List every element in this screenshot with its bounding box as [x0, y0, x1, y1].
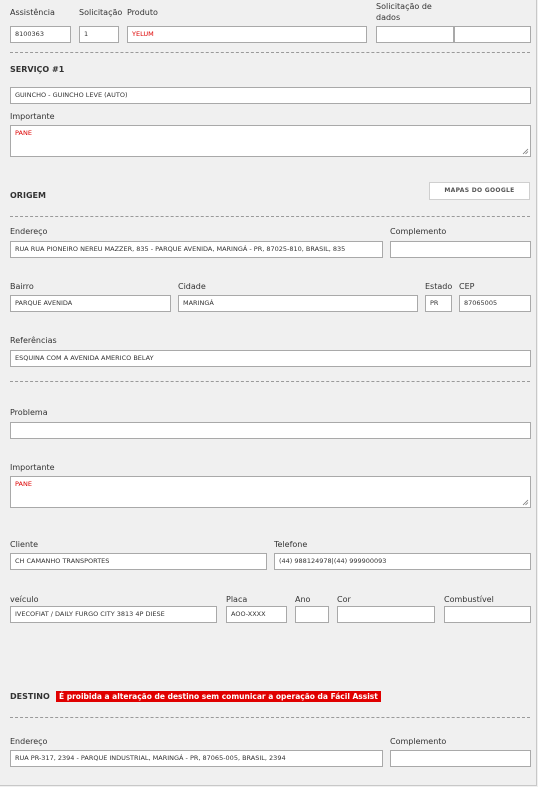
- cor-label: Cor: [337, 595, 351, 604]
- solicitacao-label: Solicitação: [79, 8, 123, 17]
- cidade-label: Cidade: [178, 282, 206, 291]
- ano-field[interactable]: [295, 606, 329, 623]
- problema-importante-textarea[interactable]: PANE: [10, 476, 531, 508]
- ano-label: Ano: [295, 595, 311, 604]
- destino-complemento-label: Complemento: [390, 737, 447, 746]
- divider: [10, 216, 530, 217]
- solicitacao-dados-field-2[interactable]: [454, 26, 531, 43]
- cor-field[interactable]: [337, 606, 435, 623]
- solicitacao-field[interactable]: 1: [79, 26, 119, 43]
- solicitacao-dados-label-2: dados: [376, 13, 401, 22]
- placa-label: Placa: [226, 595, 248, 604]
- destino-warning-badge: É proibida a alteração de destino sem co…: [56, 691, 381, 702]
- veiculo-field[interactable]: IVECOFIAT / DAILY FURGO CITY 3813 4P DIE…: [10, 606, 217, 623]
- cidade-field[interactable]: MARINGÁ: [178, 295, 418, 312]
- problema-importante-text: PANE: [15, 480, 32, 488]
- servico-title: SERVIÇO #1: [10, 65, 65, 74]
- problema-importante-label: Importante: [10, 463, 55, 472]
- combustivel-field[interactable]: [444, 606, 531, 623]
- servico-importante-label: Importante: [10, 112, 55, 121]
- referencias-field[interactable]: ESQUINA COM A AVENIDA AMERICO BELAY: [10, 350, 531, 367]
- solicitacao-dados-field-1[interactable]: [376, 26, 454, 43]
- google-maps-button[interactable]: MAPAS DO GOOGLE: [429, 182, 530, 200]
- placa-field[interactable]: AOO-XXXX: [226, 606, 287, 623]
- estado-label: Estado: [425, 282, 453, 291]
- estado-field[interactable]: PR: [425, 295, 452, 312]
- assistencia-label: Assistência: [10, 8, 55, 17]
- produto-label: Produto: [127, 8, 158, 17]
- problema-field[interactable]: [10, 422, 531, 439]
- origem-complemento-field[interactable]: [390, 241, 531, 258]
- cliente-label: Cliente: [10, 540, 39, 549]
- origem-endereco-label: Endereço: [10, 227, 48, 236]
- servico-importante-text: PANE: [15, 129, 32, 137]
- destino-endereco-label: Endereço: [10, 737, 48, 746]
- destino-endereco-field[interactable]: RUA PR-317, 2394 - PARQUE INDUSTRIAL, MA…: [10, 750, 383, 767]
- origem-title: ORIGEM: [10, 191, 46, 200]
- cliente-field[interactable]: CH CAMANHO TRANSPORTES: [10, 553, 267, 570]
- produto-field[interactable]: YELUM: [127, 26, 367, 43]
- bairro-field[interactable]: PARQUE AVENIDA: [10, 295, 171, 312]
- cep-label: CEP: [459, 282, 475, 291]
- origem-endereco-field[interactable]: RUA RUA PIONEIRO NEREU MAZZER, 835 - PAR…: [10, 241, 383, 258]
- combustivel-label: Combustível: [444, 595, 494, 604]
- referencias-label: Referências: [10, 336, 57, 345]
- assistencia-field[interactable]: 8100363: [10, 26, 71, 43]
- telefone-label: Telefone: [274, 540, 308, 549]
- divider: [10, 52, 530, 53]
- destino-complemento-field[interactable]: [390, 750, 531, 767]
- form-frame: [0, 0, 537, 786]
- servico-importante-textarea[interactable]: PANE: [10, 125, 531, 157]
- resize-grip-icon[interactable]: [521, 147, 529, 155]
- solicitacao-dados-label-1: Solicitação de: [376, 2, 432, 11]
- cep-field[interactable]: 87065005: [459, 295, 531, 312]
- origem-complemento-label: Complemento: [390, 227, 447, 236]
- destino-title: DESTINO: [10, 692, 50, 701]
- problema-label: Problema: [10, 408, 48, 417]
- divider: [10, 381, 530, 382]
- veiculo-label: veículo: [10, 595, 39, 604]
- servico-field[interactable]: GUINCHO - GUINCHO LEVE (AUTO): [10, 87, 531, 104]
- bairro-label: Bairro: [10, 282, 34, 291]
- resize-grip-icon[interactable]: [521, 498, 529, 506]
- telefone-field[interactable]: (44) 988124978|(44) 999900093: [274, 553, 531, 570]
- divider: [10, 717, 530, 718]
